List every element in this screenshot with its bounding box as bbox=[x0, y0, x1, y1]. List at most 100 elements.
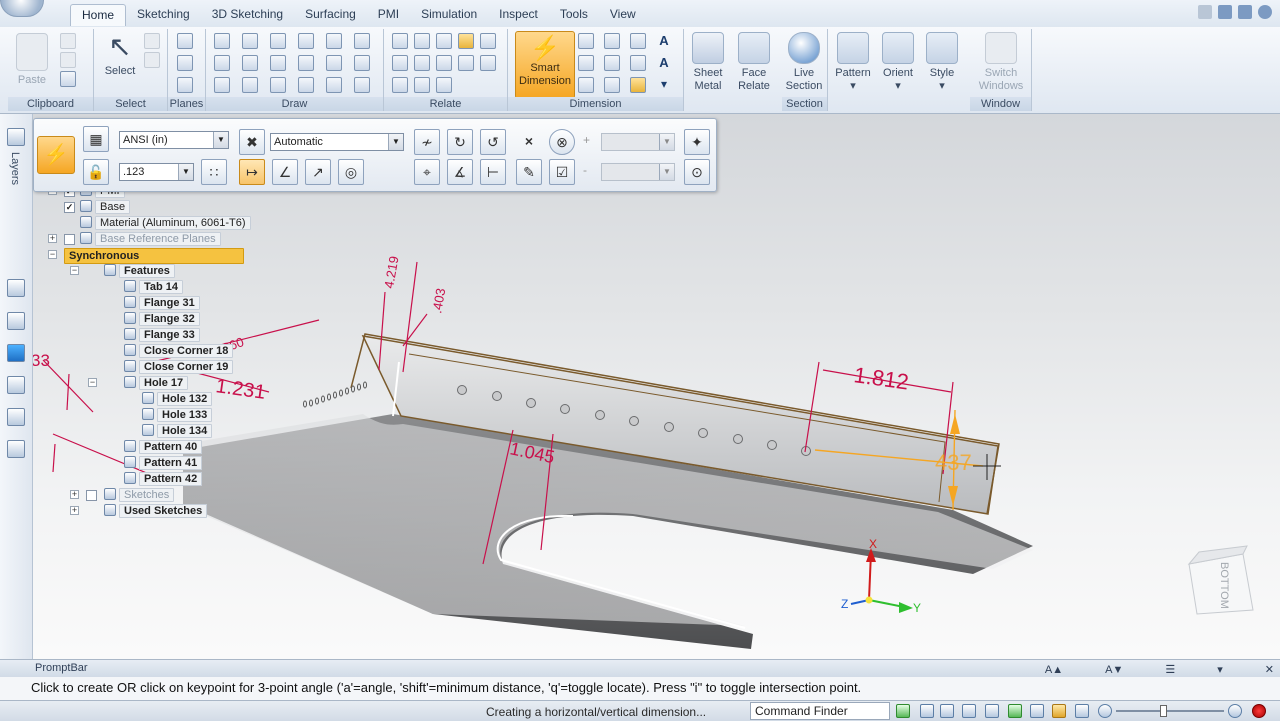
close-x-button[interactable]: × bbox=[516, 129, 542, 155]
help-icon[interactable] bbox=[1258, 5, 1272, 19]
style-button[interactable]: Style ▾ bbox=[920, 31, 964, 93]
lower-tolerance-field[interactable]: ▼ bbox=[601, 163, 675, 181]
pathfinder-icon[interactable] bbox=[7, 128, 25, 146]
font-smaller-icon[interactable]: A▼ bbox=[1105, 662, 1123, 679]
dim-axis-icon[interactable] bbox=[604, 77, 620, 93]
sensors-icon[interactable] bbox=[7, 312, 25, 330]
upper-tolerance-field[interactable]: ▼ bbox=[601, 133, 675, 151]
smart-dimension-command-icon[interactable]: ⚡ bbox=[37, 136, 75, 174]
mirror-icon[interactable] bbox=[326, 55, 342, 71]
checkbox-base-ref-planes[interactable] bbox=[64, 234, 75, 245]
view-style-icon[interactable] bbox=[1075, 704, 1089, 718]
tree-node-base-ref-planes[interactable]: Base Reference Planes bbox=[80, 232, 221, 246]
connect-icon[interactable] bbox=[392, 55, 408, 71]
feature-library-icon[interactable] bbox=[7, 279, 25, 297]
tab-view[interactable]: View bbox=[599, 4, 647, 26]
accept-value-button[interactable]: ☑ bbox=[549, 159, 575, 185]
zoom-slider-thumb[interactable] bbox=[1160, 705, 1167, 717]
curve-icon[interactable] bbox=[242, 77, 258, 93]
tree-node-hole-133[interactable]: Hole 133 bbox=[142, 408, 213, 422]
project-icon[interactable] bbox=[298, 33, 314, 49]
parallel-icon[interactable] bbox=[414, 33, 430, 49]
face-relate-button[interactable]: Face Relate bbox=[732, 31, 776, 93]
dimension-style-button[interactable]: ▦ bbox=[83, 126, 109, 152]
tree-node-flange-32[interactable]: Flange 32 bbox=[124, 312, 200, 326]
copy-icon[interactable] bbox=[60, 52, 76, 68]
close-icon[interactable]: ✕ bbox=[1265, 662, 1274, 679]
expander-features[interactable]: − bbox=[70, 266, 79, 275]
cancel-circle-button[interactable]: ⊗ bbox=[549, 129, 575, 155]
family-icon[interactable] bbox=[7, 376, 25, 394]
zoom-out-icon[interactable] bbox=[1098, 704, 1112, 718]
by-2-points-button[interactable]: ∠ bbox=[272, 159, 298, 185]
plane-icon[interactable] bbox=[177, 33, 193, 49]
dropdown-icon[interactable]: ▾ bbox=[1217, 662, 1223, 679]
tree-node-tab-14[interactable]: Tab 14 bbox=[124, 280, 184, 294]
equal-icon[interactable] bbox=[414, 55, 430, 71]
tree-node-hole-17[interactable]: Hole 17 bbox=[124, 376, 189, 390]
switch-windows-button[interactable]: Switch Windows bbox=[976, 31, 1026, 93]
circle-angle-button[interactable]: ↺ bbox=[480, 129, 506, 155]
angular-coordinate-icon[interactable] bbox=[604, 55, 620, 71]
expander-hole-17[interactable]: − bbox=[88, 378, 97, 387]
circle-icon[interactable] bbox=[214, 77, 230, 93]
symmetric-dim-button[interactable]: ⊢ bbox=[480, 159, 506, 185]
relate-extra2-icon[interactable] bbox=[480, 55, 496, 71]
edit-value-button[interactable]: ✎ bbox=[516, 159, 542, 185]
tangent-icon[interactable] bbox=[392, 77, 408, 93]
refresh-icon[interactable] bbox=[896, 704, 910, 718]
tree-node-pattern-40[interactable]: Pattern 40 bbox=[124, 440, 203, 454]
parts-library-icon[interactable] bbox=[7, 440, 25, 458]
tree-node-close-corner-19[interactable]: Close Corner 19 bbox=[124, 360, 234, 374]
tree-node-hole-134[interactable]: Hole 134 bbox=[142, 424, 213, 438]
pin-icon[interactable] bbox=[1198, 5, 1212, 19]
zoom-slider[interactable] bbox=[1116, 710, 1224, 712]
select-tool-icon[interactable] bbox=[144, 52, 160, 68]
horizontal-vertical-icon[interactable] bbox=[436, 55, 452, 71]
rigid-icon[interactable] bbox=[458, 55, 474, 71]
font-larger-icon[interactable]: A▲ bbox=[1045, 662, 1063, 679]
dimension-grid-icon[interactable] bbox=[630, 77, 646, 93]
symmetric-icon[interactable] bbox=[414, 77, 430, 93]
tab-simulation[interactable]: Simulation bbox=[410, 4, 488, 26]
sketch-view-icon[interactable] bbox=[1030, 704, 1044, 718]
tab-tools[interactable]: Tools bbox=[549, 4, 599, 26]
relate-extra-icon[interactable] bbox=[480, 33, 496, 49]
cut-icon[interactable] bbox=[60, 33, 76, 49]
perpendicular-icon[interactable] bbox=[392, 33, 408, 49]
zoom-icon[interactable] bbox=[940, 704, 954, 718]
extend-icon[interactable] bbox=[270, 77, 286, 93]
collinear-icon[interactable] bbox=[436, 77, 452, 93]
symmetry-icon[interactable] bbox=[326, 77, 342, 93]
coordinate-dimension-icon[interactable] bbox=[630, 33, 646, 49]
tree-node-pattern-41[interactable]: Pattern 41 bbox=[124, 456, 203, 470]
tab-3d-sketching[interactable]: 3D Sketching bbox=[201, 4, 294, 26]
include-icon[interactable] bbox=[354, 33, 370, 49]
more-annotations-icon[interactable]: ▾ bbox=[656, 77, 672, 93]
zoom-area-icon[interactable] bbox=[920, 704, 934, 718]
tree-node-used-sketches[interactable]: Used Sketches bbox=[104, 504, 208, 518]
shaded-view-icon[interactable] bbox=[1052, 704, 1066, 718]
orientation-select[interactable]: Automatic ▼ bbox=[270, 133, 404, 151]
arc-icon[interactable] bbox=[242, 33, 258, 49]
move-icon[interactable] bbox=[298, 55, 314, 71]
expander-used-sketches[interactable]: + bbox=[70, 506, 79, 515]
tree-node-close-corner-18[interactable]: Close Corner 18 bbox=[124, 344, 234, 358]
tree-node-features[interactable]: Features bbox=[104, 264, 175, 278]
view-cube[interactable]: BOTTOM bbox=[1187, 545, 1254, 615]
application-button[interactable] bbox=[0, 0, 44, 17]
orient-button[interactable]: Orient ▾ bbox=[876, 31, 920, 93]
line-icon[interactable] bbox=[214, 33, 230, 49]
tab-inspect[interactable]: Inspect bbox=[488, 4, 549, 26]
point-icon[interactable] bbox=[298, 77, 314, 93]
precision-select[interactable]: .123 ▼ bbox=[119, 163, 194, 181]
offset-icon[interactable] bbox=[326, 33, 342, 49]
tab-home[interactable]: Home bbox=[70, 4, 127, 26]
paste-button[interactable]: Paste bbox=[10, 31, 54, 87]
arc-angle-button[interactable]: ↻ bbox=[447, 129, 473, 155]
chamfer-dimension-icon[interactable] bbox=[630, 55, 646, 71]
convert-icon[interactable] bbox=[354, 55, 370, 71]
select-button[interactable]: ↖ Select bbox=[98, 31, 142, 78]
menu-icon[interactable] bbox=[1218, 5, 1232, 19]
record-icon[interactable] bbox=[1252, 704, 1266, 718]
